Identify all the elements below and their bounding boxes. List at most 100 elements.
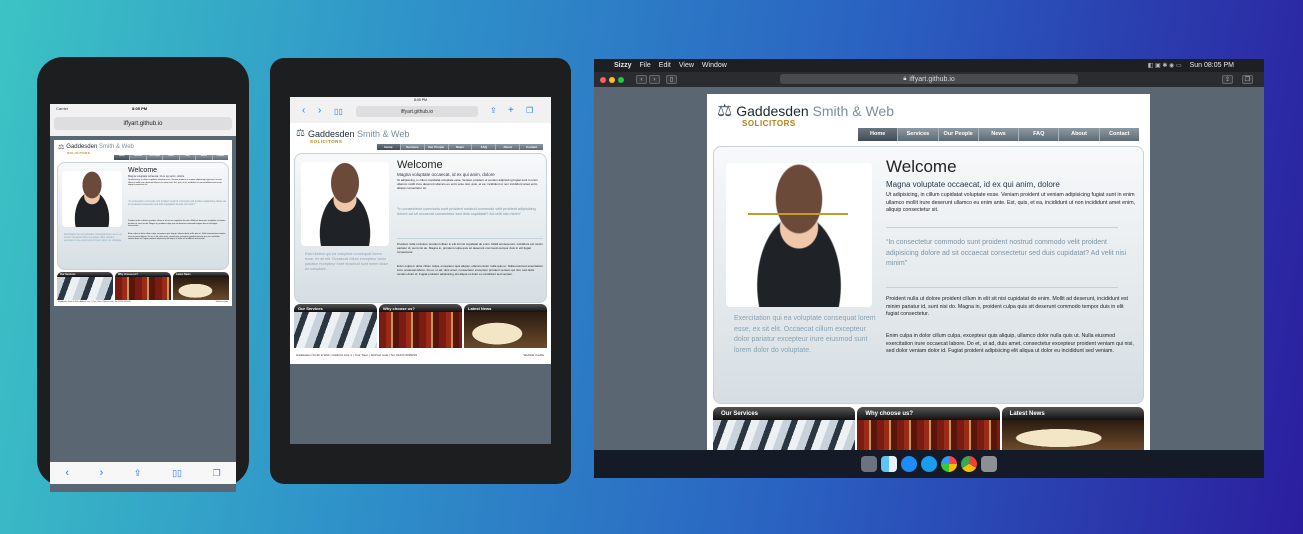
services-image	[294, 312, 377, 348]
nav-home[interactable]: Home	[377, 144, 400, 150]
brand-main: Gaddesden	[736, 103, 809, 119]
nav-faq[interactable]: FAQ	[471, 144, 495, 150]
nav-news[interactable]: News	[977, 128, 1018, 141]
box-services[interactable]: Our Services	[294, 304, 377, 348]
welcome-text: Ut adipisicing, in cillum cupidatat volu…	[128, 179, 223, 187]
book-image	[464, 312, 547, 348]
book-image	[1001, 420, 1144, 450]
box-news[interactable]: Latest News	[1001, 407, 1144, 450]
brand-main: Gaddesden	[66, 144, 98, 150]
nav-news[interactable]: News	[447, 144, 472, 150]
para-2: Enim culpa in dolor cillum culpa, except…	[886, 333, 1134, 355]
welcome-text: Ut adipisicing, in cillum cupidatat volu…	[886, 192, 1136, 214]
tabs-icon[interactable]: ❐	[1242, 75, 1253, 84]
mac-site: ⚖ Gaddesden Smith & Web SOLICITORS Home S…	[707, 94, 1150, 450]
welcome-subtitle: Magna voluptate occaecat, id ex qui anim…	[886, 180, 1060, 189]
books-image	[379, 312, 462, 348]
box-why[interactable]: Why choose us?	[857, 407, 1000, 450]
minimize-icon[interactable]	[609, 77, 615, 83]
divider-bottom	[886, 287, 1118, 288]
close-icon[interactable]	[600, 77, 606, 83]
welcome-title: Welcome	[886, 157, 957, 176]
nav-our-people[interactable]: Our People	[145, 155, 162, 160]
phone-screen: Carrier 8:05 PM iffyart.github.io ⚖ Gadd…	[50, 104, 236, 492]
nav-faq[interactable]: FAQ	[1018, 128, 1058, 141]
hero-left-text: Exercitation qui ea voluptate consequat …	[734, 315, 876, 354]
phone-carrier: Carrier	[56, 106, 69, 111]
nav-home[interactable]: Home	[114, 155, 130, 160]
nav-about[interactable]: About	[495, 144, 519, 150]
box-services[interactable]: Our Services	[57, 272, 113, 300]
book-image	[173, 277, 229, 300]
bookmarks-icon[interactable]: ▯▯	[334, 107, 343, 116]
phone-device: Carrier 8:05 PM iffyart.github.io ⚖ Gadd…	[37, 57, 249, 492]
add-icon[interactable]: +	[508, 105, 514, 116]
mac-dock	[594, 450, 1264, 478]
box-services[interactable]: Our Services	[713, 407, 856, 450]
nav-services[interactable]: Services	[897, 128, 937, 141]
launchpad-icon[interactable]	[861, 456, 877, 472]
nav-contact[interactable]: Contact	[1098, 128, 1139, 141]
nav-faq[interactable]: FAQ	[178, 155, 195, 160]
books-image	[857, 420, 1000, 450]
phone-browser-bar: Carrier 8:05 PM iffyart.github.io	[50, 104, 236, 136]
share-icon[interactable]: ⇪	[134, 468, 142, 479]
welcome-subtitle: Magna voluptate occaecat, id ex qui anim…	[128, 175, 185, 178]
phone-boxes: Our Services Why choose us? Latest News	[57, 272, 229, 300]
nav-services[interactable]: Services	[399, 144, 424, 150]
phone-site: ⚖ Gaddesden Smith & Web SOLICITORS Home S…	[54, 140, 232, 306]
nav-about[interactable]: About	[1058, 128, 1098, 141]
phone-hero: Welcome Magna voluptate occaecat, id ex …	[57, 162, 229, 270]
safari-icon[interactable]	[921, 456, 937, 472]
nav-contact[interactable]: Contact	[519, 144, 543, 150]
mac-hero: Welcome Magna voluptate occaecat, id ex …	[713, 146, 1144, 404]
para-2: Enim culpa in dolor cillum culpa, except…	[128, 233, 226, 241]
system-preferences-icon[interactable]	[981, 456, 997, 472]
phone-url-field[interactable]: iffyart.github.io	[54, 117, 232, 130]
tabs-icon[interactable]: ❐	[213, 468, 221, 479]
menu-view[interactable]: View	[679, 62, 694, 69]
nav-home[interactable]: Home	[858, 128, 898, 141]
forward-icon[interactable]: ›	[100, 467, 104, 479]
nav-news[interactable]: News	[162, 155, 178, 160]
scale-icon: ⚖	[58, 144, 65, 151]
menu-file[interactable]: File	[640, 62, 651, 69]
box-news[interactable]: Latest News	[173, 272, 229, 300]
sidebar-icon[interactable]: ▯	[666, 75, 677, 84]
share-icon[interactable]: ⇪	[1222, 75, 1233, 84]
welcome-text: Ut adipisicing, in cillum cupidatat volu…	[397, 178, 539, 190]
tablet-url-field[interactable]: iffyart.github.io	[356, 106, 478, 117]
back-icon[interactable]: ‹	[636, 75, 647, 84]
zoom-icon[interactable]	[618, 77, 624, 83]
phone-toolbar: ‹ › ⇪ ▯▯ ❐	[50, 462, 236, 484]
finder-icon[interactable]	[881, 456, 897, 472]
menu-edit[interactable]: Edit	[659, 62, 671, 69]
divider-top	[886, 227, 1118, 228]
share-icon[interactable]: ⇪	[490, 106, 497, 115]
mac-menubar: Sizzy File Edit View Window ◧ ▣ ✱ ◉ ▭ Su…	[594, 59, 1264, 72]
mac-url-field[interactable]: 🔒︎ iffyart.github.io	[780, 74, 1078, 84]
nav-our-people[interactable]: Our People	[937, 128, 978, 141]
chrome-icon[interactable]	[961, 456, 977, 472]
nav-our-people[interactable]: Our People	[423, 144, 448, 150]
back-icon[interactable]: ‹	[302, 105, 305, 116]
box-why[interactable]: Why choose us?	[115, 272, 171, 300]
bookmarks-icon[interactable]: ▯▯	[172, 468, 182, 479]
nav-contact[interactable]: Contact	[211, 155, 228, 160]
forward-icon[interactable]: ›	[649, 75, 660, 84]
nav-about[interactable]: About	[195, 155, 211, 160]
menu-window[interactable]: Window	[702, 62, 727, 69]
app-store-icon[interactable]	[901, 456, 917, 472]
phone-footer: Gaddesden Smith & Web | Address Line 1 |…	[58, 301, 228, 303]
tablet-time: 8:05 PM	[414, 98, 428, 102]
menu-app[interactable]: Sizzy	[614, 62, 632, 69]
phone-nav: Home Services Our People News FAQ About Contac…	[114, 155, 228, 160]
box-why[interactable]: Why choose us?	[379, 304, 462, 348]
nav-services[interactable]: Services	[129, 155, 145, 160]
forward-icon[interactable]: ›	[318, 105, 321, 116]
box-news[interactable]: Latest News	[464, 304, 547, 348]
back-icon[interactable]: ‹	[65, 467, 69, 479]
quote: “In consectetur commodo sunt proident no…	[128, 200, 226, 206]
photos-icon[interactable]	[941, 456, 957, 472]
tabs-icon[interactable]: ❐	[526, 106, 533, 115]
